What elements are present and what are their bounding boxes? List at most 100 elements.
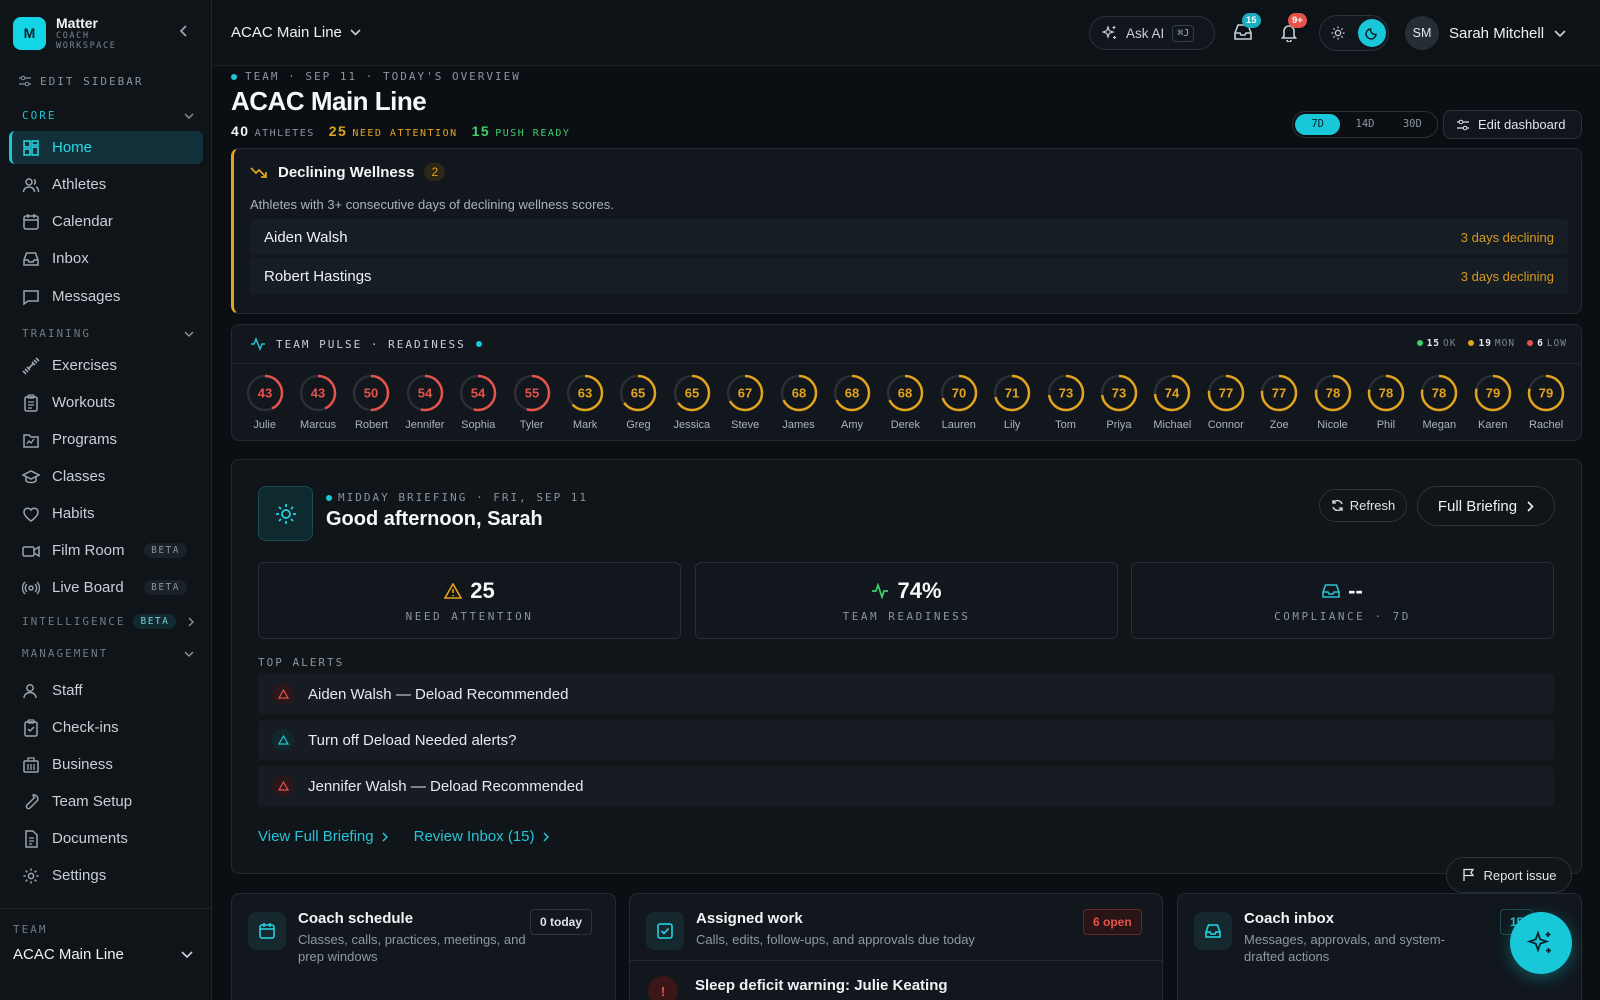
sidebar-item-exercises[interactable]: Exercises <box>9 349 203 382</box>
decline-status: 3 days declining <box>1460 229 1554 245</box>
athlete-readiness[interactable]: 54 Jennifer <box>398 373 451 431</box>
athlete-readiness[interactable]: 73 Priya <box>1092 373 1145 431</box>
alert-row[interactable]: Turn off Deload Needed alerts? <box>258 720 1554 760</box>
inbox-button[interactable]: 15 <box>1233 13 1261 42</box>
list-item[interactable]: Aiden Walsh 3 days declining <box>250 219 1568 255</box>
athlete-readiness[interactable]: 78 Megan <box>1413 373 1466 431</box>
team-select[interactable]: ACAC Main Line <box>13 946 199 963</box>
sidebar-item-calendar[interactable]: Calendar <box>9 205 203 238</box>
athlete-readiness[interactable]: 50 Robert <box>345 373 398 431</box>
athlete-name: Greg <box>626 419 651 431</box>
range-14d[interactable]: 14D <box>1342 114 1387 135</box>
assigned-work-card[interactable]: Assigned work Calls, edits, follow-ups, … <box>629 893 1163 1000</box>
readiness-score: 77 <box>1272 386 1286 401</box>
sidebar-item-team-setup[interactable]: Team Setup <box>9 785 203 818</box>
review-inbox-link[interactable]: Review Inbox (15) <box>414 828 549 845</box>
sidebar-item-business[interactable]: Business <box>9 748 203 781</box>
section-training-label: TRAINING <box>22 327 91 340</box>
sidebar-item-inbox[interactable]: Inbox <box>9 242 203 275</box>
readiness-ring: 77 <box>1207 374 1244 412</box>
athlete-readiness[interactable]: 68 Derek <box>879 373 932 431</box>
athlete-readiness[interactable]: 78 Phil <box>1359 373 1412 431</box>
range-7d[interactable]: 7D <box>1295 114 1341 135</box>
athlete-readiness[interactable]: 78 Nicole <box>1306 373 1359 431</box>
link-label: View Full Briefing <box>258 828 374 845</box>
sidebar-item-workouts[interactable]: Workouts <box>9 386 203 419</box>
refresh-button[interactable]: Refresh <box>1319 489 1407 522</box>
athlete-readiness[interactable]: 67 Steve <box>719 373 772 431</box>
athlete-readiness[interactable]: 71 Lily <box>985 373 1038 431</box>
section-training[interactable]: TRAINING <box>22 327 194 340</box>
readiness-score: 55 <box>524 386 538 401</box>
notifications-button[interactable]: 9+ <box>1279 13 1307 42</box>
section-management[interactable]: MANAGEMENT <box>22 647 194 660</box>
sidebar-item-programs[interactable]: Programs <box>9 423 203 456</box>
section-core[interactable]: CORE <box>22 109 194 122</box>
sidebar-item-classes[interactable]: Classes <box>9 460 203 493</box>
section-intelligence[interactable]: INTELLIGENCE BETA <box>22 614 194 629</box>
athlete-readiness[interactable]: 74 Michael <box>1146 373 1199 431</box>
briefing-greeting: Good afternoon, Sarah <box>326 508 543 530</box>
sidebar-item-documents[interactable]: Documents <box>9 822 203 855</box>
theme-toggle[interactable] <box>1319 15 1389 51</box>
sidebar-item-messages[interactable]: Messages <box>9 280 203 313</box>
readiness-ring: 68 <box>780 374 817 412</box>
workspace-selector[interactable]: ACAC Main Line <box>231 24 361 41</box>
kpi-compliance[interactable]: -- COMPLIANCE · 7D <box>1131 562 1554 639</box>
athlete-readiness[interactable]: 70 Lauren <box>932 373 985 431</box>
range-30d[interactable]: 30D <box>1390 114 1435 135</box>
ask-ai-button[interactable]: Ask AI ⌘J <box>1089 16 1215 50</box>
athlete-name: Jessica <box>673 419 711 431</box>
athlete-readiness[interactable]: 55 Tyler <box>505 373 558 431</box>
athlete-readiness[interactable]: 65 Jessica <box>665 373 718 431</box>
declining-wellness-header: Declining Wellness 2 <box>250 163 446 181</box>
readiness-ring: 73 <box>1047 374 1084 412</box>
athlete-readiness[interactable]: 77 Zoe <box>1252 373 1305 431</box>
sidebar-item-settings[interactable]: Settings <box>9 859 203 892</box>
list-item[interactable]: Robert Hastings 3 days declining <box>250 258 1568 294</box>
view-full-briefing-link[interactable]: View Full Briefing <box>258 828 388 845</box>
coach-schedule-card[interactable]: Coach schedule Classes, calls, practices… <box>231 893 616 1000</box>
edit-sidebar-button[interactable]: EDIT SIDEBAR <box>18 74 143 88</box>
team-select-value: ACAC Main Line <box>13 946 124 963</box>
alert-row[interactable]: Aiden Walsh — Deload Recommended <box>258 674 1554 714</box>
athlete-readiness[interactable]: 63 Mark <box>558 373 611 431</box>
athlete-readiness[interactable]: 77 Connor <box>1199 373 1252 431</box>
sidebar-item-label: Workouts <box>52 394 116 411</box>
sliders-icon <box>1457 119 1469 130</box>
sidebar-item-home[interactable]: Home <box>9 131 203 164</box>
readiness-score: 78 <box>1432 386 1446 401</box>
readiness-ring: 55 <box>513 374 550 412</box>
ai-assistant-button[interactable] <box>1510 912 1572 974</box>
kpi-need-attention[interactable]: 25 NEED ATTENTION <box>258 562 681 639</box>
athlete-readiness[interactable]: 54 Sophia <box>452 373 505 431</box>
athlete-readiness[interactable]: 79 Karen <box>1466 373 1519 431</box>
athlete-readiness[interactable]: 65 Greg <box>612 373 665 431</box>
sidebar-item-habits[interactable]: Habits <box>9 497 203 530</box>
kpi-team-readiness[interactable]: 74% TEAM READINESS <box>695 562 1118 639</box>
athlete-readiness[interactable]: 43 Julie <box>238 373 291 431</box>
sidebar-item-staff[interactable]: Staff <box>9 674 203 707</box>
sidebar-item-live-board[interactable]: Live Board BETA <box>9 571 203 604</box>
page-eyebrow: TEAM · SEP 11 · TODAY'S OVERVIEW <box>231 70 521 83</box>
sidebar-item-check-ins[interactable]: Check-ins <box>9 711 203 744</box>
legend-low: 6 LOW <box>1527 338 1567 349</box>
athlete-name: Derek <box>890 419 921 431</box>
full-briefing-button[interactable]: Full Briefing <box>1417 486 1555 526</box>
readiness-ring: 54 <box>406 374 444 412</box>
edit-dashboard-button[interactable]: Edit dashboard <box>1443 110 1582 139</box>
collapse-sidebar-icon[interactable] <box>178 24 190 38</box>
alert-row[interactable]: Jennifer Walsh — Deload Recommended <box>258 766 1554 806</box>
athlete-readiness[interactable]: 79 Rachel <box>1519 373 1572 431</box>
athlete-readiness[interactable]: 68 Amy <box>825 373 878 431</box>
user-menu[interactable]: SM Sarah Mitchell <box>1405 16 1566 50</box>
athlete-readiness[interactable]: 73 Tom <box>1039 373 1092 431</box>
brand[interactable]: M Matter COACH WORKSPACE <box>13 15 136 51</box>
report-issue-button[interactable]: Report issue <box>1446 857 1572 893</box>
sidebar-item-athletes[interactable]: Athletes <box>9 168 203 201</box>
athlete-readiness[interactable]: 43 Marcus <box>291 373 344 431</box>
athlete-readiness[interactable]: 68 James <box>772 373 825 431</box>
athlete-name: Priya <box>1106 419 1132 431</box>
athlete-name: Amy <box>840 419 863 431</box>
sidebar-item-film-room[interactable]: Film Room BETA <box>9 534 203 567</box>
